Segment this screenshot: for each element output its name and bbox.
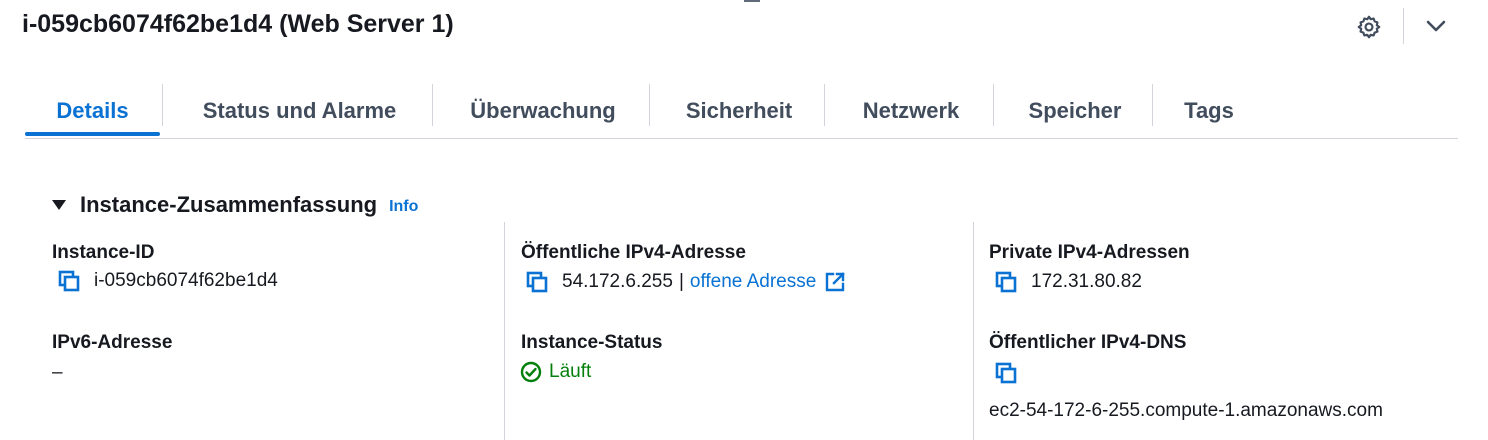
info-link[interactable]: Info [389,198,418,216]
tab-divider [993,84,994,126]
page-title: i-059cb6074f62be1d4 (Web Server 1) [22,10,454,38]
instance-id-value-row: i-059cb6074f62be1d4 [58,270,278,292]
tab-divider [1152,84,1153,126]
copy-icon[interactable] [526,271,548,293]
tab-security[interactable]: Sicherheit [654,84,824,138]
column-divider [504,222,505,440]
separator: | [678,271,684,292]
chevron-down-icon[interactable] [1424,17,1448,37]
check-circle-icon [520,361,542,383]
public-ipv4-value-row: 54.172.6.255 | offene Adresse [526,271,846,293]
tab-monitoring[interactable]: Überwachung [437,84,649,138]
ipv6-value: – [52,362,63,383]
tabs-underline [25,138,1458,139]
copy-icon[interactable] [995,362,1017,384]
copy-icon[interactable] [58,270,80,292]
tab-details[interactable]: Details [25,84,160,138]
public-ipv4-label: Öffentliche IPv4-Adresse [521,242,746,263]
instance-id-label: Instance-ID [52,242,155,263]
section-title: Instance-Zusammenfassung [80,192,378,217]
section-header: Instance-Zusammenfassung Info [52,190,418,220]
copy-icon[interactable] [995,271,1017,293]
tab-status-alarms[interactable]: Status und Alarme [167,84,432,138]
instance-status-value: Läuft [549,361,592,382]
public-ipv4-value: 54.172.6.255 [562,271,673,292]
tab-divider [824,84,825,126]
public-dns-label: Öffentlicher IPv4-DNS [989,332,1187,353]
instance-status-value-row: Läuft [520,361,591,383]
header-divider [1403,8,1404,44]
instance-status-label: Instance-Status [521,332,663,353]
caret-down-icon[interactable] [52,200,66,210]
column-divider [973,222,974,440]
ipv6-label: IPv6-Adresse [52,332,173,353]
gear-icon[interactable] [1356,14,1382,40]
tab-divider [432,84,433,126]
tab-tags[interactable]: Tags [1157,84,1261,138]
external-link-icon[interactable] [824,271,846,293]
public-dns-copy-row [995,362,1031,384]
private-ipv4-value-row: 172.31.80.82 [995,271,1142,293]
tab-storage[interactable]: Speicher [998,84,1152,138]
open-address-link[interactable]: offene Adresse [690,271,816,293]
public-dns-value: ec2-54-172-6-255.compute-1.amazonaws.com [989,400,1383,421]
private-ipv4-label: Private IPv4-Adressen [989,242,1190,263]
tab-divider [162,84,163,126]
instance-id-value: i-059cb6074f62be1d4 [94,270,278,291]
tab-divider [649,84,650,126]
tab-network[interactable]: Netzwerk [829,84,993,138]
top-marker [744,0,760,2]
private-ipv4-value: 172.31.80.82 [1031,271,1142,292]
tab-bar: Details Status und Alarme Überwachung Si… [25,84,1458,140]
